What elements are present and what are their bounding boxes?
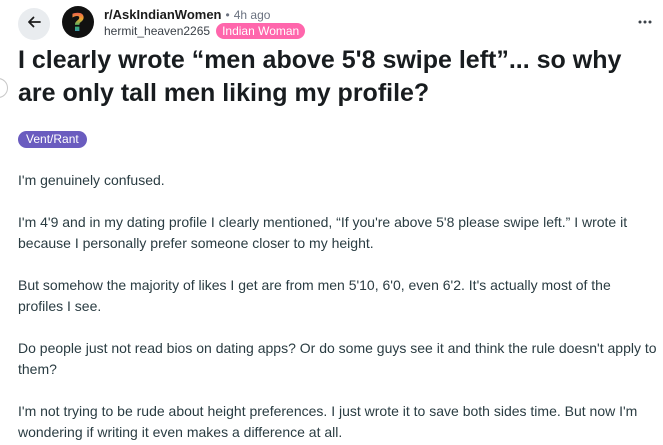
- more-horizontal-icon: [638, 11, 652, 29]
- author-username[interactable]: hermit_heaven2265: [104, 23, 210, 39]
- post-flair-badge[interactable]: Vent/Rant: [18, 131, 87, 148]
- body-paragraph: Do people just not read bios on dating a…: [18, 340, 657, 377]
- post-title: I clearly wrote “men above 5'8 swipe lef…: [18, 46, 622, 107]
- post-time: 4h ago: [233, 8, 271, 22]
- meta-bottom-row: hermit_heaven2265 Indian Woman: [104, 23, 306, 39]
- body-paragraph: I'm not trying to be rude about height p…: [18, 403, 638, 440]
- post-body: I'm genuinely confused. I'm 4'9 and in m…: [18, 170, 658, 445]
- more-options-button[interactable]: [633, 8, 657, 32]
- subreddit-avatar[interactable]: ?: [62, 6, 94, 38]
- body-paragraph: I'm genuinely confused.: [18, 172, 165, 188]
- post-meta: r/AskIndianWomen • 4h ago hermit_heaven2…: [104, 7, 306, 39]
- body-paragraph: I'm 4'9 and in my dating profile I clear…: [18, 214, 628, 251]
- body-paragraph: But somehow the majority of likes I get …: [18, 277, 611, 314]
- question-mark-avatar-icon: ?: [70, 7, 86, 37]
- user-flair-badge: Indian Woman: [216, 23, 306, 39]
- arrow-left-icon: [26, 14, 42, 35]
- meta-separator: •: [225, 8, 230, 22]
- post-page: ? r/AskIndianWomen • 4h ago hermit_heave…: [0, 0, 663, 445]
- subreddit-link[interactable]: r/AskIndianWomen: [104, 7, 222, 23]
- meta-top-row: r/AskIndianWomen • 4h ago: [104, 7, 305, 23]
- partial-circle-icon: [0, 78, 8, 98]
- back-button[interactable]: [18, 8, 50, 40]
